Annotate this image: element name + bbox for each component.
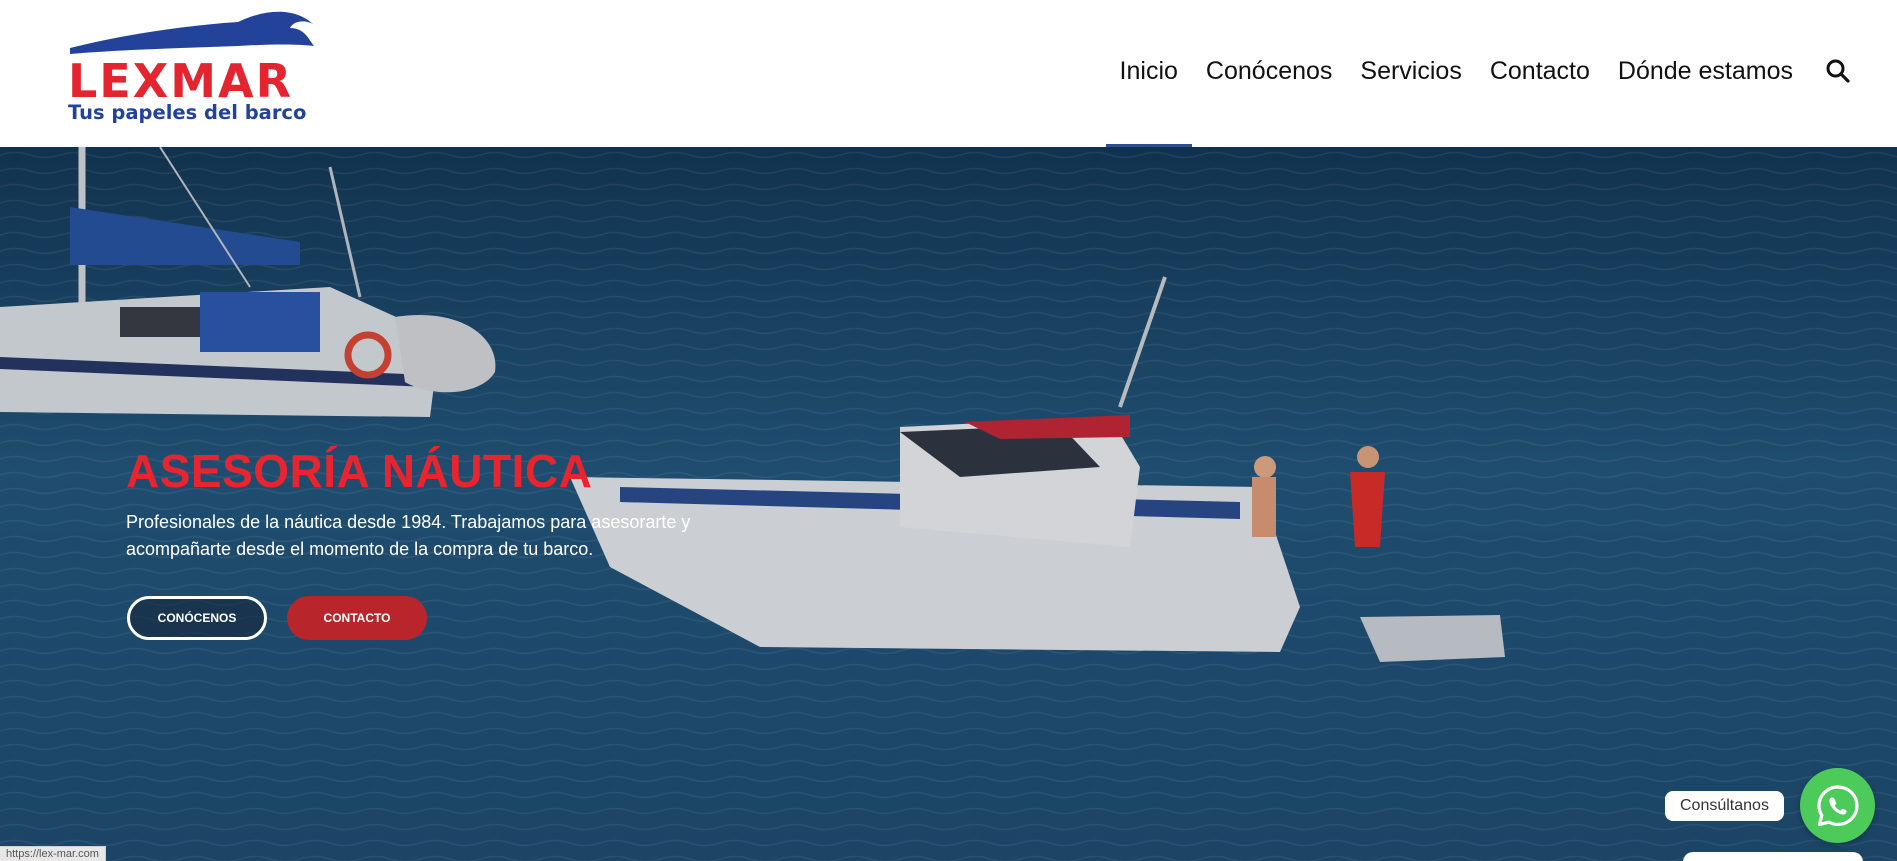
logo-wordmark: LEXMAR [68, 54, 293, 108]
hero-section: ASESORÍA NÁUTICA Profesionales de la náu… [0, 147, 1897, 861]
site-header: LEXMAR Tus papeles del barco Inicio Conó… [0, 0, 1897, 147]
nav-item-inicio[interactable]: Inicio [1105, 52, 1193, 147]
whatsapp-icon[interactable] [1800, 768, 1875, 843]
search-icon[interactable] [1825, 58, 1851, 84]
hero-title: ASESORÍA NÁUTICA [126, 445, 593, 497]
conocenos-button[interactable]: CONÓCENOS [127, 596, 267, 640]
logo-tagline: Tus papeles del barco [68, 101, 307, 124]
hero-overlay [0, 147, 1897, 861]
status-bar-url: https://lex-mar.com [0, 846, 106, 861]
nav-item-donde-estamos[interactable]: Dónde estamos [1604, 52, 1807, 90]
whatsapp-label[interactable]: Consúltanos [1665, 791, 1784, 821]
main-nav: Inicio Conócenos Servicios Contacto Dónd… [1105, 52, 1807, 147]
lexmar-logo[interactable]: LEXMAR Tus papeles del barco [68, 8, 318, 126]
nav-item-conocenos[interactable]: Conócenos [1192, 52, 1346, 90]
hero-description: Profesionales de la náutica desde 1984. … [126, 512, 691, 559]
nav-item-contacto[interactable]: Contacto [1476, 52, 1604, 90]
whatsapp-popup-card [1683, 852, 1863, 861]
nav-item-servicios[interactable]: Servicios [1346, 52, 1475, 90]
contacto-button[interactable]: CONTACTO [287, 596, 427, 640]
